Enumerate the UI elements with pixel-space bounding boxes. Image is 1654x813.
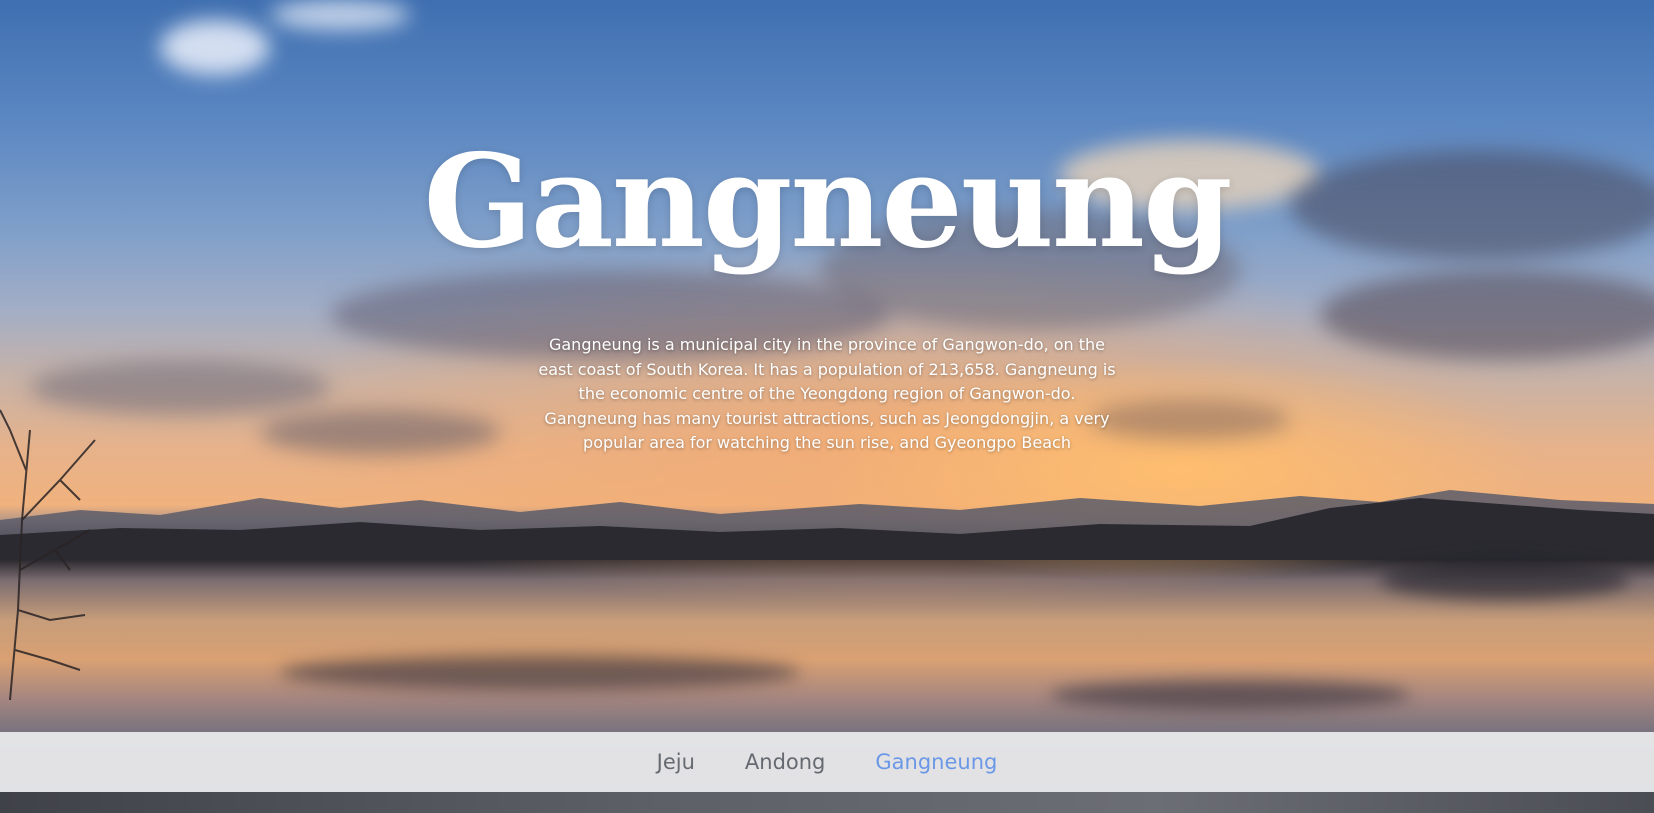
page-bottom-edge [0,792,1654,813]
bottom-navigation: Jeju Andong Gangneung [0,732,1654,792]
nav-item-andong[interactable]: Andong [745,750,826,774]
nav-item-gangneung[interactable]: Gangneung [875,750,997,774]
page-title: Gangneung [423,127,1233,277]
hero-description: Gangneung is a municipal city in the pro… [538,335,1116,452]
nav-item-jeju[interactable]: Jeju [657,750,695,774]
page: Gangneung Gangneung is a municipal city … [0,0,1654,813]
hero-section: Gangneung Gangneung is a municipal city … [0,0,1654,732]
